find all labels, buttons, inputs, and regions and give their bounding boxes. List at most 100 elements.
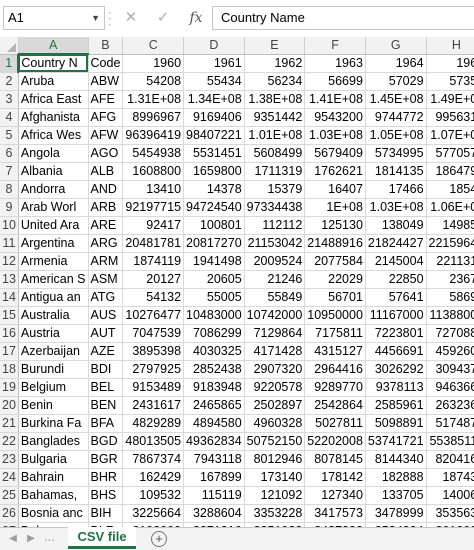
row-header[interactable]: 23 [0, 450, 19, 469]
row-header[interactable]: 21 [0, 414, 19, 433]
cell-d16[interactable]: 7086299 [183, 324, 245, 343]
cell-d5[interactable]: 98407221 [183, 126, 245, 145]
column-header-g[interactable]: G [365, 37, 427, 55]
row-header[interactable]: 13 [0, 270, 19, 289]
column-header-h[interactable]: H [426, 37, 474, 55]
cell-f4[interactable]: 9543200 [304, 108, 366, 127]
column-header-c[interactable]: C [122, 37, 185, 55]
cell-f7[interactable]: 1762621 [304, 162, 366, 181]
row-header[interactable]: 12 [0, 252, 19, 271]
cell-h20[interactable]: 2632361 [426, 396, 474, 415]
cell-e6[interactable]: 5608499 [244, 144, 306, 163]
cell-c19[interactable]: 9153489 [122, 378, 185, 397]
cell-a11[interactable]: Argentina [18, 234, 89, 253]
cell-c6[interactable]: 5454938 [122, 144, 185, 163]
cell-f20[interactable]: 2542864 [304, 396, 366, 415]
cell-c20[interactable]: 2431617 [122, 396, 185, 415]
cell-e1[interactable]: 1962 [244, 54, 306, 73]
cell-f10[interactable]: 125130 [304, 216, 366, 235]
cell-h6[interactable]: 5770573 [426, 144, 474, 163]
cell-f23[interactable]: 8078145 [304, 450, 366, 469]
cell-d10[interactable]: 100801 [183, 216, 245, 235]
cell-h25[interactable]: 140060 [426, 486, 474, 505]
cell-g20[interactable]: 2585961 [365, 396, 427, 415]
row-header[interactable]: 20 [0, 396, 19, 415]
more-tabs-icon[interactable]: ... [44, 529, 55, 544]
cell-g4[interactable]: 9744772 [365, 108, 427, 127]
cell-f8[interactable]: 16407 [304, 180, 366, 199]
cell-c18[interactable]: 2797925 [122, 360, 185, 379]
cell-h14[interactable]: 58699 [426, 288, 474, 307]
cell-h24[interactable]: 187432 [426, 468, 474, 487]
cell-a22[interactable]: Banglades [18, 432, 89, 451]
cell-c24[interactable]: 162429 [122, 468, 185, 487]
cell-b13[interactable]: ASM [88, 270, 124, 289]
cell-g17[interactable]: 4456691 [365, 342, 427, 361]
cell-b5[interactable]: AFW [88, 126, 124, 145]
row-header[interactable]: 3 [0, 90, 19, 109]
cell-d15[interactable]: 10483000 [183, 306, 245, 325]
cell-f25[interactable]: 127340 [304, 486, 366, 505]
cell-d9[interactable]: 94724540 [183, 198, 245, 217]
cell-b7[interactable]: ALB [88, 162, 124, 181]
cell-g12[interactable]: 2145004 [365, 252, 427, 271]
cell-h1[interactable]: 1965 [426, 54, 474, 73]
cell-c23[interactable]: 7867374 [122, 450, 185, 469]
cell-h23[interactable]: 8204168 [426, 450, 474, 469]
cell-a23[interactable]: Bulgaria [18, 450, 89, 469]
cell-b14[interactable]: ATG [88, 288, 124, 307]
cell-g21[interactable]: 5098891 [365, 414, 427, 433]
cell-b6[interactable]: AGO [88, 144, 124, 163]
cell-a13[interactable]: American S [18, 270, 89, 289]
row-header[interactable]: 14 [0, 288, 19, 307]
cell-e25[interactable]: 121092 [244, 486, 306, 505]
formula-input[interactable]: Country Name [212, 6, 474, 30]
cell-a21[interactable]: Burkina Fa [18, 414, 89, 433]
cell-d8[interactable]: 14378 [183, 180, 245, 199]
cell-d23[interactable]: 7943118 [183, 450, 245, 469]
cell-a14[interactable]: Antigua an [18, 288, 89, 307]
cell-c25[interactable]: 109532 [122, 486, 185, 505]
row-header[interactable]: 25 [0, 486, 19, 505]
cell-d22[interactable]: 49362834 [183, 432, 245, 451]
cell-c15[interactable]: 10276477 [122, 306, 185, 325]
row-header[interactable]: 26 [0, 504, 19, 523]
cell-a17[interactable]: Azerbaijan [18, 342, 89, 361]
cell-e7[interactable]: 1711319 [244, 162, 306, 181]
cell-b10[interactable]: ARE [88, 216, 124, 235]
cell-f22[interactable]: 52202008 [304, 432, 366, 451]
cell-g22[interactable]: 53741721 [365, 432, 427, 451]
cell-f16[interactable]: 7175811 [304, 324, 366, 343]
cell-d21[interactable]: 4894580 [183, 414, 245, 433]
cell-a3[interactable]: Africa East [18, 90, 89, 109]
cell-e9[interactable]: 97334438 [244, 198, 306, 217]
sheet-tab-csv-file[interactable]: CSV file [68, 527, 136, 549]
cell-d6[interactable]: 5531451 [183, 144, 245, 163]
cell-b19[interactable]: BEL [88, 378, 124, 397]
column-header-a[interactable]: A [18, 37, 89, 55]
cell-g26[interactable]: 3478999 [365, 504, 427, 523]
cell-a25[interactable]: Bahamas, [18, 486, 89, 505]
cell-c11[interactable]: 20481781 [122, 234, 185, 253]
column-header-f[interactable]: F [304, 37, 366, 55]
cell-h10[interactable]: 149855 [426, 216, 474, 235]
cell-g13[interactable]: 22850 [365, 270, 427, 289]
cell-g3[interactable]: 1.45E+08 [365, 90, 427, 109]
cell-d1[interactable]: 1961 [183, 54, 245, 73]
cell-a16[interactable]: Austria [18, 324, 89, 343]
cell-f3[interactable]: 1.41E+08 [304, 90, 366, 109]
cell-c26[interactable]: 3225664 [122, 504, 185, 523]
cell-g8[interactable]: 17466 [365, 180, 427, 199]
cell-f2[interactable]: 56699 [304, 72, 366, 91]
column-header-d[interactable]: D [183, 37, 245, 55]
cell-d18[interactable]: 2852438 [183, 360, 245, 379]
cell-d24[interactable]: 167899 [183, 468, 245, 487]
cell-h18[interactable]: 3094378 [426, 360, 474, 379]
cell-g19[interactable]: 9378113 [365, 378, 427, 397]
row-header[interactable]: 8 [0, 180, 19, 199]
select-all-button[interactable] [0, 37, 19, 55]
cell-h5[interactable]: 1.07E+08 [426, 126, 474, 145]
cell-e2[interactable]: 56234 [244, 72, 306, 91]
cell-b22[interactable]: BGD [88, 432, 124, 451]
cell-d19[interactable]: 9183948 [183, 378, 245, 397]
